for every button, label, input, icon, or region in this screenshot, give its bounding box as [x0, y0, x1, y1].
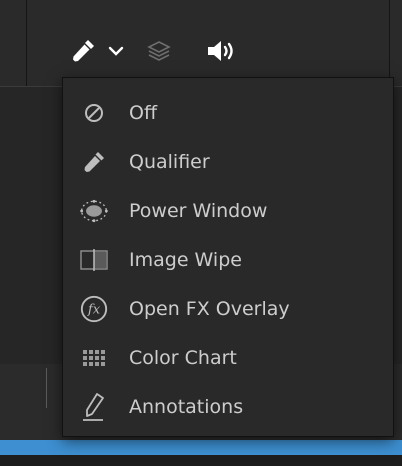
- menu-item-image-wipe[interactable]: Image Wipe: [63, 235, 393, 284]
- menu-item-label: Color Chart: [129, 346, 237, 369]
- color-chart-icon: [79, 343, 109, 373]
- eyedropper-button[interactable]: [66, 34, 100, 68]
- eyedropper-icon: [73, 40, 94, 62]
- menu-item-label: Qualifier: [129, 150, 210, 173]
- audio-button[interactable]: [204, 36, 240, 66]
- image-wipe-icon: [79, 245, 109, 275]
- menu-item-label: Image Wipe: [129, 248, 242, 271]
- menu-item-power-window[interactable]: Power Window: [63, 186, 393, 235]
- overlay-dropdown-button[interactable]: [105, 40, 127, 62]
- bottom-panel: [0, 455, 402, 466]
- eyedropper-icon: [79, 147, 109, 177]
- menu-item-label: Power Window: [129, 199, 268, 222]
- viewer-toolbar: [0, 0, 402, 87]
- lower-divider: [46, 368, 47, 408]
- toolbar-divider: [26, 0, 27, 86]
- off-icon: [79, 98, 109, 128]
- layers-icon: [147, 41, 171, 61]
- fx-icon: fx: [79, 294, 109, 324]
- menu-item-open-fx-overlay[interactable]: fx Open FX Overlay: [63, 284, 393, 333]
- toolbar-divider: [389, 0, 390, 86]
- annotation-pen-icon: [79, 392, 109, 422]
- menu-item-off[interactable]: Off: [63, 88, 393, 137]
- power-window-icon: [79, 196, 109, 226]
- menu-item-qualifier[interactable]: Qualifier: [63, 137, 393, 186]
- menu-item-label: Open FX Overlay: [129, 297, 290, 320]
- menu-item-annotations[interactable]: Annotations: [63, 382, 393, 431]
- overlay-menu: Off Qualifier Power Window Image Wipe fx…: [62, 77, 394, 437]
- menu-item-label: Off: [129, 101, 158, 124]
- svg-text:fx: fx: [87, 302, 101, 317]
- menu-item-color-chart[interactable]: Color Chart: [63, 333, 393, 382]
- speaker-icon: [208, 41, 233, 61]
- menu-item-label: Annotations: [129, 395, 244, 418]
- chevron-down-icon: [108, 46, 124, 56]
- layers-button[interactable]: [143, 36, 175, 66]
- accent-bar: [0, 440, 402, 455]
